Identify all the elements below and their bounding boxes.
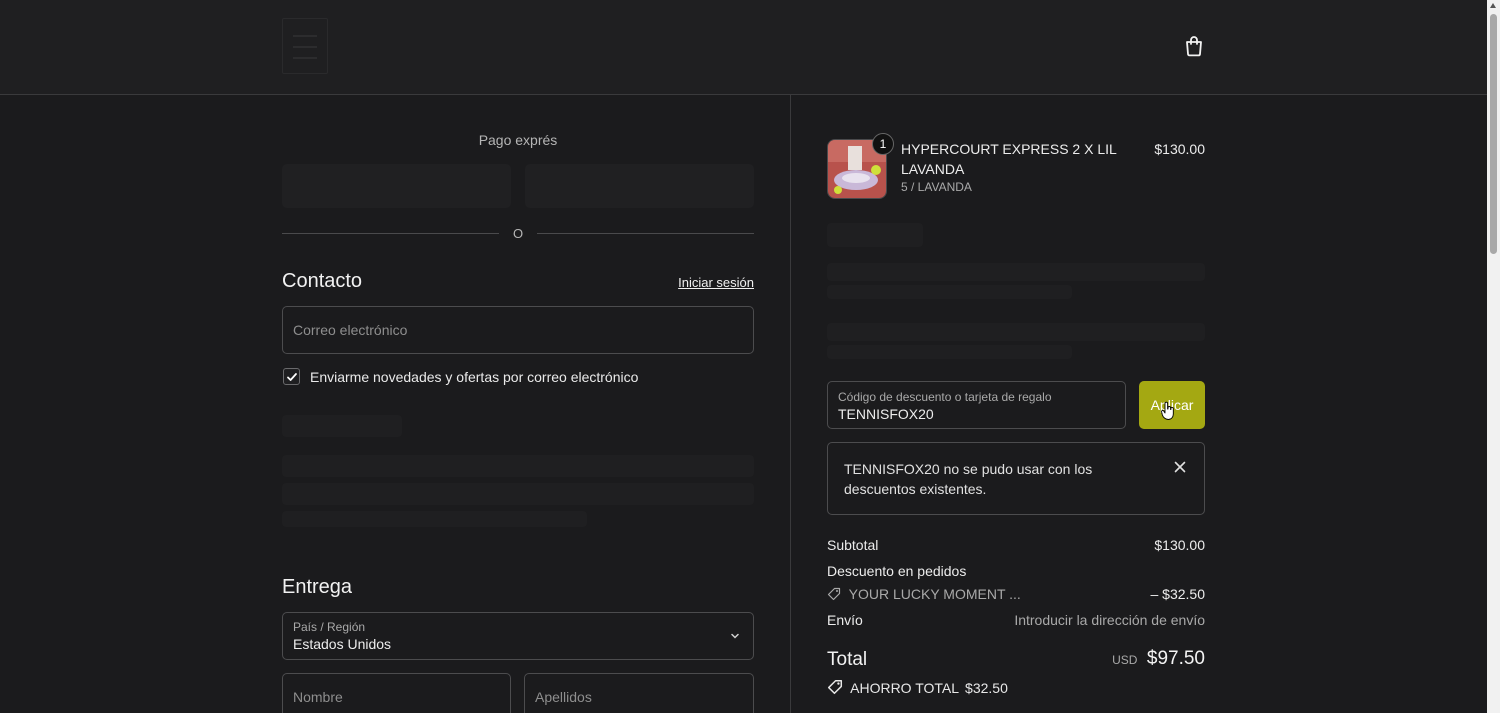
order-discount-row: Descuento en pedidos [827,563,1205,579]
chevron-down-icon [731,633,739,639]
loading-placeholder [827,263,1205,281]
scrollbar-thumb[interactable] [1490,14,1497,254]
delivery-title: Entrega [282,576,353,598]
savings-label: AHORRO TOTAL [850,680,960,696]
loading-placeholder [827,285,1072,299]
express-pay-button[interactable] [282,164,511,208]
store-logo[interactable] [282,18,328,74]
order-summary: 1 HYPERCOURT EXPRESS 2 X LIL LAVANDA 5 /… [791,95,1487,713]
discount-code-field[interactable]: Código de descuento o tarjeta de regalo … [827,381,1126,429]
shipping-label: Envío [827,612,863,628]
shopping-bag-icon[interactable] [1182,34,1206,58]
scroll-up-arrow-icon[interactable] [1490,3,1496,8]
tag-icon [827,679,843,695]
total-value-group: USD $97.50 [1112,648,1205,670]
checkout-form: Pago exprés O Contacto Iniciar sesión En… [0,95,790,713]
currency-code: USD [1112,653,1138,667]
or-separator: O [512,226,524,241]
hand-cursor-icon [1161,401,1174,420]
discount-error-alert: TENNISFOX20 no se pudo usar con los desc… [827,442,1205,515]
product-name: HYPERCOURT EXPRESS 2 X LIL LAVANDA [901,141,1117,177]
scrollbar[interactable] [1487,0,1500,713]
product-price: $130.00 [1154,141,1205,157]
last-name-field[interactable] [524,673,754,713]
subtotal-label: Subtotal [827,537,879,553]
loading-placeholder [282,483,754,505]
first-name-field[interactable] [282,673,511,713]
discount-code-row: YOUR LUCKY MOMENT ... – $32.50 [827,586,1205,602]
contact-title: Contacto [282,270,363,292]
discount-code-label: Código de descuento o tarjeta de regalo [838,390,1052,404]
newsletter-label: Enviarme novedades y ofertas por correo … [310,369,639,385]
login-link[interactable]: Iniciar sesión [678,275,754,290]
first-name-input[interactable] [283,674,510,713]
logo-mark [293,57,317,59]
tag-icon [827,587,841,601]
discount-error-message: TENNISFOX20 no se pudo usar con los desc… [844,461,1093,497]
country-value: Estados Unidos [293,636,392,652]
newsletter-checkbox[interactable] [283,368,300,385]
savings-value: $32.50 [965,680,1008,696]
loading-placeholder [827,323,1205,341]
shipping-row: Envío Introducir la dirección de envío [827,612,1205,628]
header [0,0,1487,95]
total-savings: AHORRO TOTAL $32.50 [827,679,1014,696]
loading-placeholder [827,345,1072,359]
discount-code-value[interactable]: TENNISFOX20 [838,406,934,422]
checkout-page: Pago exprés O Contacto Iniciar sesión En… [0,0,1500,713]
express-checkout-title: Pago exprés [478,132,558,148]
express-pay-button[interactable] [525,164,754,208]
loading-placeholder [282,415,402,437]
subtotal-row: Subtotal $130.00 [827,537,1205,553]
discount-amount: – $32.50 [1150,586,1206,602]
total-value: $97.50 [1146,648,1205,669]
subtotal-value: $130.00 [1154,537,1205,553]
email-field[interactable] [282,306,754,354]
country-select[interactable]: País / Región Estados Unidos [282,612,754,660]
loading-placeholder [827,223,923,247]
country-label: País / Región [293,620,366,634]
last-name-input[interactable] [525,674,753,713]
email-input[interactable] [283,307,753,353]
total-row: Total USD $97.50 [827,648,1205,674]
logo-mark [293,46,317,48]
product-variant: 5 / LAVANDA [901,180,972,194]
quantity-badge: 1 [872,133,894,155]
divider [537,233,754,234]
loading-placeholder [282,511,587,527]
loading-placeholder [282,455,754,477]
check-icon [287,373,297,381]
close-icon[interactable] [1174,461,1186,473]
total-label: Total [827,649,868,670]
shipping-value: Introducir la dirección de envío [1014,612,1205,628]
order-discount-label: Descuento en pedidos [827,563,967,579]
discount-code-name: YOUR LUCKY MOMENT ... [848,586,1021,602]
divider [282,233,499,234]
logo-mark [293,35,317,37]
